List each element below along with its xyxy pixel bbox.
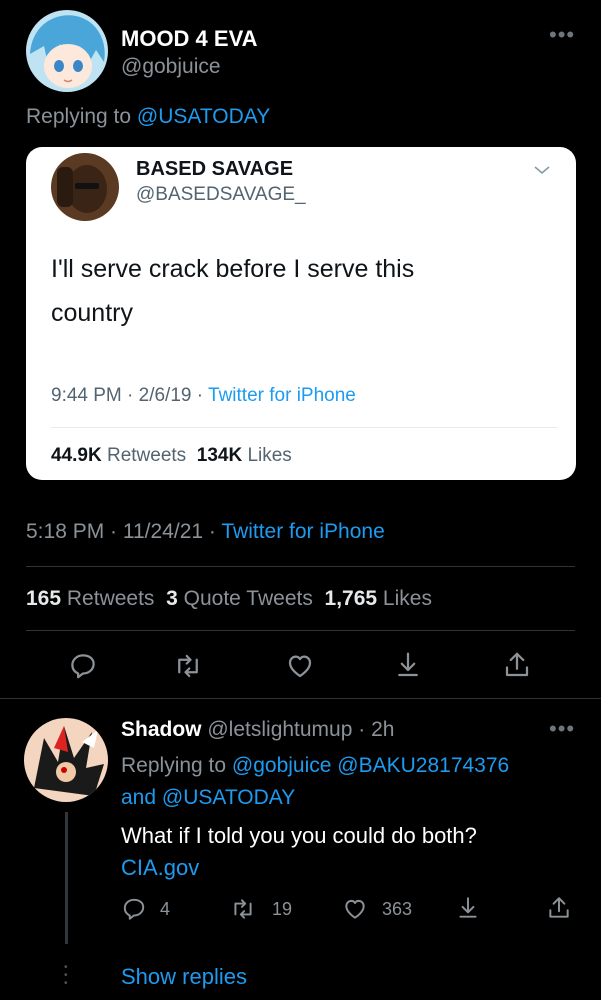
divider [26, 566, 575, 567]
tweet-time: 5:18 PM · 11/24/21 · [26, 520, 216, 543]
reply-icon[interactable] [68, 651, 98, 681]
quoted-handle: @BASEDSAVAGE_ [136, 184, 306, 205]
heart-icon[interactable] [285, 651, 315, 681]
avatar-shadow[interactable] [24, 718, 108, 802]
thread-line [65, 812, 68, 944]
reply-and: and [121, 786, 157, 809]
tweet-stats: 165 Retweets 3 Quote Tweets 1,765 Likes [26, 587, 432, 611]
quoted-source-link[interactable]: Twitter for iPhone [208, 385, 356, 406]
quoted-tweet-card[interactable]: BASED SAVAGE @BASEDSAVAGE_ I'll serve cr… [26, 147, 576, 480]
show-replies-link[interactable]: Show replies [121, 964, 247, 990]
likes-label[interactable]: Likes [383, 587, 432, 610]
reply-count: 4 [160, 899, 171, 919]
reply-handle-time[interactable]: @letslightumup · 2h [207, 718, 394, 741]
handle[interactable]: @gobjuice [121, 55, 221, 79]
bookmark-icon[interactable] [455, 895, 481, 921]
retweet-count: 19 [272, 899, 293, 919]
avatar-mood4eva[interactable] [26, 10, 108, 92]
quote-tweets-count[interactable]: 3 [166, 587, 178, 610]
reply-target-usatoday-link[interactable]: @USATODAY [162, 786, 295, 809]
like-count: 363 [382, 899, 413, 919]
quoted-retweets-count: 44.9K [51, 445, 102, 466]
likes-count[interactable]: 1,765 [325, 587, 378, 610]
quoted-divider [51, 427, 558, 428]
tweet-timestamp: 5:18 PM · 11/24/21 · Twitter for iPhone [26, 520, 385, 544]
reply-display-name[interactable]: Shadow [121, 718, 202, 741]
reply-replying-to: Replying to @gobjuice @BAKU28174376 and … [121, 750, 509, 814]
quoted-text-line2: country [51, 299, 133, 327]
more-icon[interactable]: ••• [549, 24, 575, 46]
reply-more-icon[interactable]: ••• [549, 718, 575, 740]
share-icon[interactable] [502, 650, 532, 680]
thread-dots: • • • [64, 962, 68, 989]
divider [26, 630, 575, 631]
display-name[interactable]: MOOD 4 EVA [121, 26, 258, 52]
reply-link[interactable]: CIA.gov [121, 855, 199, 881]
replying-to: Replying to @USATODAY [26, 105, 270, 129]
replying-to-label: Replying to [26, 105, 132, 128]
quoted-time: 9:44 PM · 2/6/19 · [51, 385, 204, 406]
quote-tweets-label[interactable]: Quote Tweets [184, 587, 313, 610]
reply-header: Shadow @letslightumup · 2h [121, 718, 394, 742]
retweets-count[interactable]: 165 [26, 587, 61, 610]
share-icon[interactable] [546, 895, 572, 921]
quoted-timestamp: 9:44 PM · 2/6/19 · Twitter for iPhone [51, 385, 356, 407]
divider [0, 698, 601, 699]
chevron-down-icon[interactable] [533, 164, 551, 176]
quoted-likes-count: 134K [196, 445, 243, 466]
heart-icon[interactable] [342, 896, 368, 922]
retweet-icon[interactable] [172, 651, 204, 681]
quoted-text-line1: I'll serve crack before I serve this [51, 255, 415, 283]
quoted-likes-label: Likes [247, 445, 292, 466]
bookmark-icon[interactable] [393, 650, 423, 680]
quoted-stats: 44.9K Retweets 134K Likes [51, 445, 292, 467]
reply-replying-label: Replying to [121, 754, 227, 777]
reply-text: What if I told you you could do both? [121, 823, 477, 848]
tweet-source-link[interactable]: Twitter for iPhone [221, 520, 384, 543]
retweets-label[interactable]: Retweets [67, 587, 155, 610]
reply-targets-link[interactable]: @gobjuice @BAKU28174376 [232, 754, 509, 777]
quoted-retweets-label: Retweets [106, 445, 187, 466]
reply-icon[interactable] [121, 896, 147, 922]
avatar-basedsavage [51, 153, 119, 221]
reply-target-link[interactable]: @USATODAY [137, 105, 270, 128]
retweet-icon[interactable] [229, 896, 257, 922]
quoted-display-name: BASED SAVAGE [136, 158, 294, 180]
